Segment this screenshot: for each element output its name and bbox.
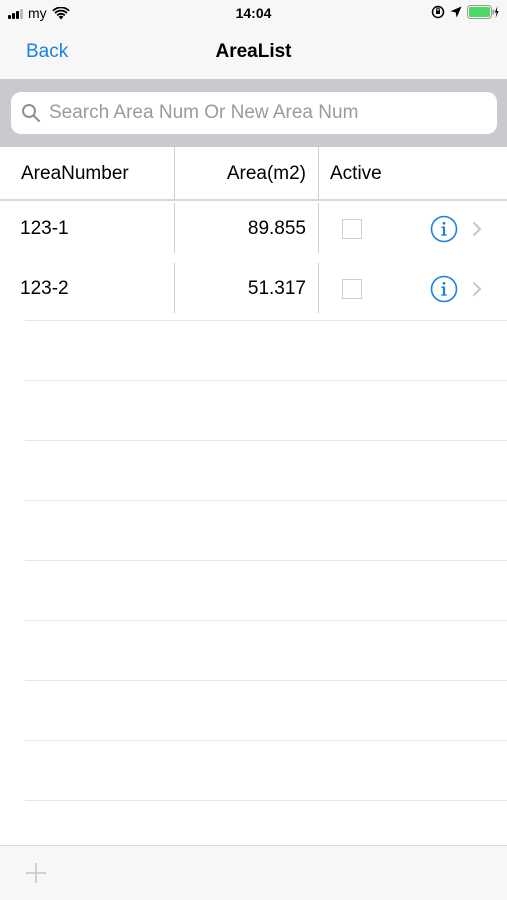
area-value-cell: 89.855 <box>247 218 306 239</box>
status-bar: my 14:04 <box>0 0 507 27</box>
table-header: AreaNumber Area(m2) Active <box>0 147 507 201</box>
column-divider <box>174 203 175 253</box>
search-icon <box>22 104 40 122</box>
row-separator <box>25 320 507 321</box>
chevron-right-icon <box>472 281 482 297</box>
battery-icon <box>467 5 499 19</box>
column-divider <box>174 147 175 201</box>
navigation-bar: Back AreaList <box>0 27 507 79</box>
area-number-cell: 123-2 <box>20 278 69 299</box>
status-right <box>431 5 499 19</box>
add-icon[interactable] <box>24 861 48 885</box>
table-row[interactable]: 123-2 51.317 <box>0 261 507 321</box>
row-separator <box>25 620 507 621</box>
info-icon[interactable] <box>430 215 458 243</box>
row-separator <box>25 740 507 741</box>
page-title: AreaList <box>215 41 292 62</box>
area-value-cell: 51.317 <box>247 278 306 299</box>
row-separator <box>25 680 507 681</box>
column-divider <box>318 147 319 201</box>
row-separator <box>25 560 507 561</box>
area-number-cell: 123-1 <box>20 218 69 239</box>
orientation-lock-icon <box>431 5 445 19</box>
active-checkbox[interactable] <box>342 279 362 299</box>
column-divider <box>174 263 175 313</box>
row-separator <box>25 800 507 801</box>
row-separator <box>25 380 507 381</box>
row-separator <box>25 440 507 441</box>
table-row[interactable]: 123-1 89.855 <box>0 201 507 261</box>
location-arrow-icon <box>450 6 462 18</box>
search-bar <box>0 79 507 147</box>
search-field[interactable] <box>11 92 497 134</box>
column-header-active: Active <box>330 163 382 184</box>
column-divider <box>318 203 319 253</box>
active-checkbox[interactable] <box>342 219 362 239</box>
bottom-toolbar <box>0 845 507 900</box>
column-header-area: Area(m2) <box>226 163 306 184</box>
row-separator <box>25 500 507 501</box>
search-input[interactable] <box>47 101 477 125</box>
chevron-right-icon <box>472 221 482 237</box>
column-header-area-number: AreaNumber <box>21 163 129 184</box>
column-divider <box>318 263 319 313</box>
info-icon[interactable] <box>430 275 458 303</box>
